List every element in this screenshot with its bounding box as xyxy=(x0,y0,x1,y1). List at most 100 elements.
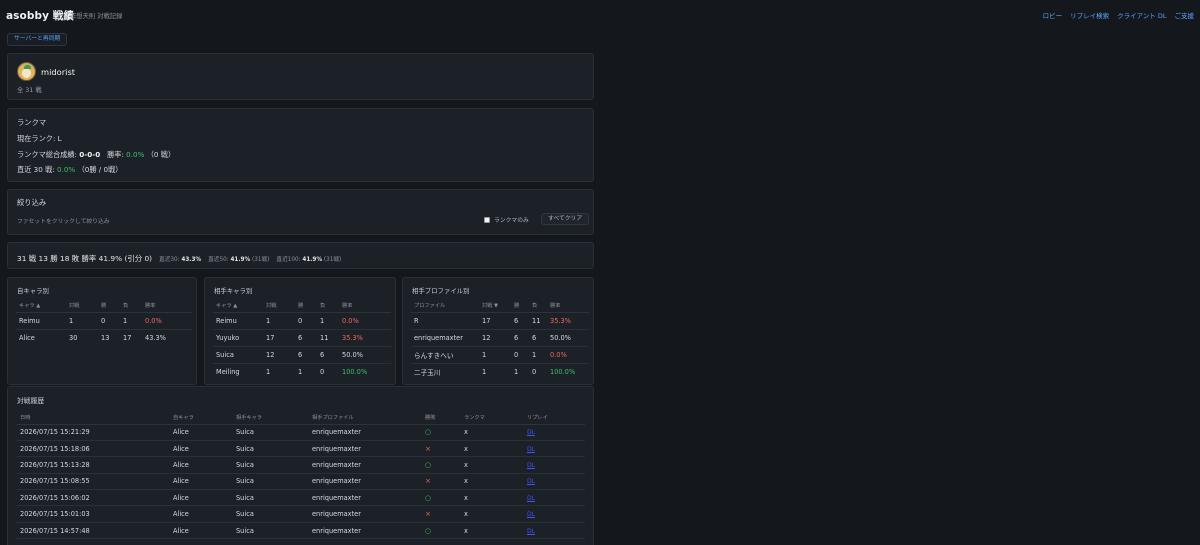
rank-only-label: ランクマのみ xyxy=(494,218,529,224)
opp-profile-cell-wins: 1 xyxy=(514,367,519,376)
opp-char-cell-wins: 1 xyxy=(298,367,303,376)
replay-download-link[interactable]: DL xyxy=(527,446,535,453)
opp-char-row[interactable]: Yuyuko 17 6 11 35.3% xyxy=(213,329,391,347)
history-cell-replay: DL xyxy=(524,505,585,523)
opp-char-row[interactable]: Meiling 1 1 0 100.0% xyxy=(213,363,391,380)
history-cell-result: ○ xyxy=(422,522,461,540)
history-cell-self: Alice xyxy=(170,522,233,540)
opp-profile-cell-games: 17 xyxy=(479,312,511,330)
history-cell-replay: DL xyxy=(524,473,585,491)
rank-only-checkbox[interactable] xyxy=(484,216,490,223)
history-column-header: リプレイ xyxy=(524,411,585,425)
resync-button[interactable]: サーバーと再同期 xyxy=(7,33,68,46)
history-cell-self: Alice xyxy=(170,473,233,491)
history-cell-opp: Suica xyxy=(233,489,309,507)
replay-download-link[interactable]: DL xyxy=(527,462,535,469)
opp-profile-row[interactable]: 二子玉川 1 1 0 100.0% xyxy=(411,363,589,380)
opp-profile-column-header[interactable]: 負 xyxy=(529,300,547,313)
opp-char-cell-rate: 50.0% xyxy=(339,346,391,364)
nav-client-dl-link[interactable]: クライアント DL xyxy=(1117,10,1166,20)
opp-profile-cell-name: R xyxy=(411,312,479,330)
history-column-header: 勝敗 xyxy=(422,411,461,425)
opp-char-column-header[interactable]: 対戦 xyxy=(263,300,295,313)
self-char-cell-games: 30 xyxy=(69,333,78,342)
history-row: 2026/07/15 15:13:28 Alice Suica enriquemaxt… xyxy=(17,456,585,474)
recent-100-note: (31戦) xyxy=(323,257,342,263)
history-cell-self: Alice xyxy=(170,505,233,523)
history-cell-result: ○ xyxy=(422,489,461,507)
self-char-column-header[interactable]: 負 xyxy=(120,300,142,313)
history-cell-ranked: x xyxy=(461,424,524,441)
history-table: 日時 自キャラ 相手キャラ 相手プロファイル 勝敗 ランクマ リプレイ 2026/07/15 … xyxy=(17,411,585,540)
opp-profile-column-header[interactable]: 勝率 xyxy=(547,300,589,313)
opp-profile-cell-games: 1 xyxy=(482,367,487,376)
profile-name: midorist xyxy=(41,67,76,77)
opp-profile-cell-losses: 1 xyxy=(529,346,547,364)
overall-record: 0-0-0 xyxy=(79,150,101,159)
self-char-cell-name: Reimu xyxy=(16,312,66,330)
opp-char-column-header[interactable]: 負 xyxy=(317,300,339,313)
opp-profile-column-header[interactable]: 対戦 ▼ xyxy=(479,300,511,313)
clear-all-button[interactable]: すべてクリア xyxy=(541,213,590,225)
self-char-column-header[interactable]: 勝率 xyxy=(142,300,192,313)
history-cell-date: 2026/07/15 15:01:03 xyxy=(17,505,170,523)
rank-only-toggle[interactable]: ランクマのみ xyxy=(484,215,529,224)
opp-profile-cell-losses: 11 xyxy=(529,312,547,330)
replay-download-link[interactable]: DL xyxy=(527,528,535,535)
opp-char-column-header[interactable]: キャラ ▲ xyxy=(213,300,263,313)
recent-50-note: (31戦) xyxy=(252,257,270,263)
self-char-row[interactable]: Reimu 1 0 1 0.0% xyxy=(16,312,192,330)
replay-download-link[interactable]: DL xyxy=(527,478,535,485)
replay-download-link[interactable]: DL xyxy=(527,495,535,502)
opp-profile-cell-games: 1 xyxy=(479,346,511,364)
history-cell-ranked: x xyxy=(461,522,524,540)
self-char-row[interactable]: Alice 30 13 17 43.3% xyxy=(16,329,192,346)
filter-hint: ファセットをクリックして絞り込み xyxy=(17,219,110,225)
opp-profile-cell-rate: 50.0% xyxy=(547,329,589,347)
history-row: 2026/07/15 14:57:48 Alice Suica enriquemaxt… xyxy=(17,522,585,540)
opp-profile-column-header[interactable]: プロファイル xyxy=(411,300,479,313)
overall-label: ランクマ総合成績: xyxy=(17,150,77,159)
replay-download-link[interactable]: DL xyxy=(527,511,535,518)
history-cell-date: 2026/07/15 15:08:55 xyxy=(17,473,170,491)
app-subtitle: 非想天則 対戦記録 xyxy=(70,13,123,20)
opp-char-column-header[interactable]: 勝率 xyxy=(339,300,391,313)
opp-profile-cell-rate: 100.0% xyxy=(550,367,576,376)
history-cell-ranked: x xyxy=(461,505,524,523)
self-char-column-header[interactable]: 勝 xyxy=(98,300,120,313)
opp-char-row[interactable]: Suica 12 6 6 50.0% xyxy=(213,346,391,364)
history-cell-date: 2026/07/15 15:21:29 xyxy=(17,424,170,441)
history-cell-profile: enriquemaxter xyxy=(309,473,422,491)
nav-lobby-link[interactable]: ロビー xyxy=(1043,10,1063,20)
opp-char-cell-name: Yuyuko xyxy=(213,329,263,347)
history-cell-opp: Suica xyxy=(233,473,309,491)
nav-support-link[interactable]: ご支援 xyxy=(1175,10,1195,20)
self-char-column-header[interactable]: 対戦 xyxy=(66,300,98,313)
history-cell-opp: Suica xyxy=(233,456,309,474)
history-cell-profile: enriquemaxter xyxy=(309,522,422,540)
recent-100-value: 41.9% xyxy=(302,257,323,263)
opp-char-cell-name: Meiling xyxy=(216,367,240,376)
self-char-column-header[interactable]: キャラ ▲ xyxy=(16,300,66,313)
opp-char-cell-losses: 0 xyxy=(320,367,325,376)
history-column-header: 相手キャラ xyxy=(233,411,309,425)
history-cell-profile: enriquemaxter xyxy=(309,456,422,474)
opp-char-column-header[interactable]: 勝 xyxy=(295,300,317,313)
opp-profile-column-header[interactable]: 勝 xyxy=(511,300,529,313)
nav-replay-search-link[interactable]: リプレイ検索 xyxy=(1070,10,1109,20)
opp-profile-cell-losses: 0 xyxy=(532,367,537,376)
opp-char-row[interactable]: Reimu 1 0 1 0.0% xyxy=(213,312,391,330)
opp-profile-row[interactable]: enriquemaxter 12 6 6 50.0% xyxy=(411,329,589,347)
opp-profile-cell-name: 二子玉川 xyxy=(414,368,441,377)
overall-winrate-label: 勝率: xyxy=(107,150,124,159)
opp-profile-row[interactable]: R 17 6 11 35.3% xyxy=(411,312,589,330)
table-header-row: 日時 自キャラ 相手キャラ 相手プロファイル 勝敗 ランクマ リプレイ xyxy=(17,411,585,425)
opp-char-cell-name: Reimu xyxy=(213,312,263,330)
opp-profile-row[interactable]: らんすきへい 1 0 1 0.0% xyxy=(411,346,589,364)
history-cell-opp: Suica xyxy=(233,505,309,523)
history-cell-replay: DL xyxy=(524,440,585,458)
replay-download-link[interactable]: DL xyxy=(527,429,535,436)
summary-main: 31 戦 13 勝 18 敗 勝率 41.9% (引分 0) xyxy=(17,254,153,263)
history-cell-profile: enriquemaxter xyxy=(309,505,422,523)
opp-profile-cell-wins: 6 xyxy=(511,329,529,347)
